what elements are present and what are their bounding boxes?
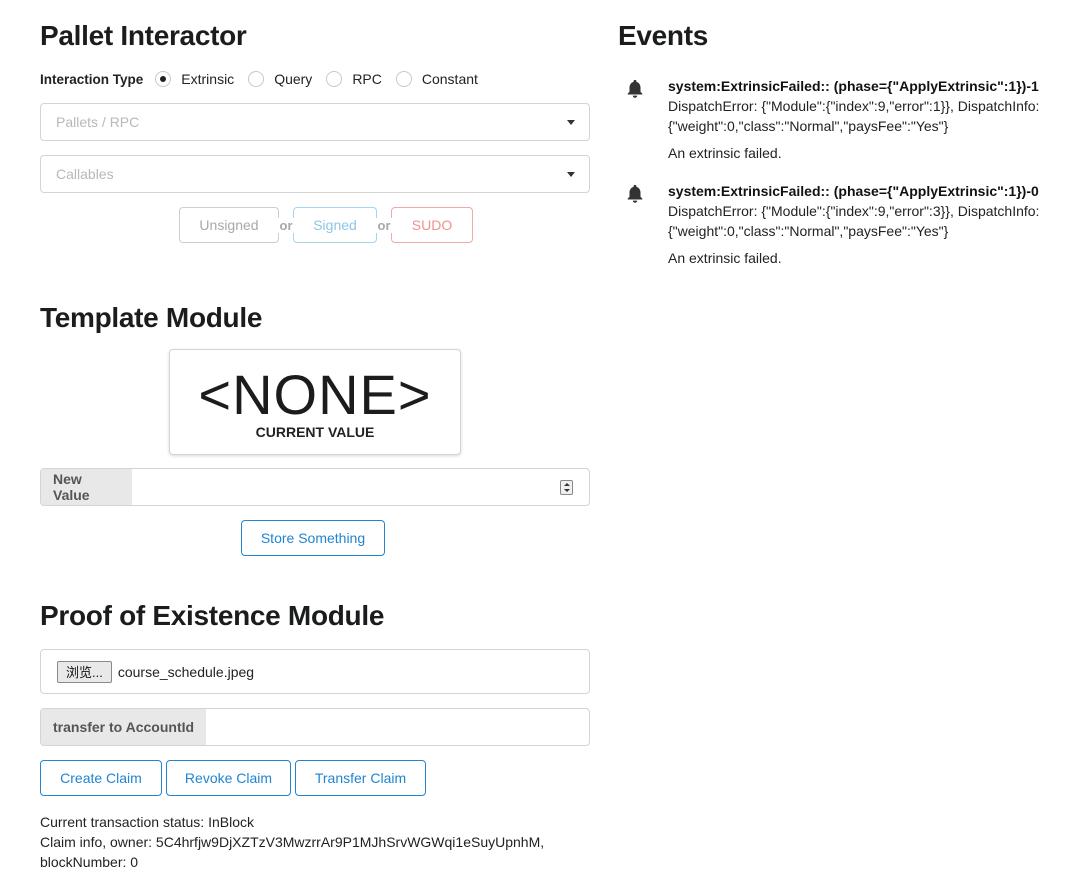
radio-label-extrinsic: Extrinsic: [181, 71, 235, 87]
event-item: system:ExtrinsicFailed:: (phase={"ApplyE…: [624, 76, 1064, 163]
claim-info: Claim info, owner: 5C4hrfjw9DjXZTzV3Mwzr…: [40, 834, 545, 870]
transfer-account-label: transfer to AccountId: [41, 709, 207, 745]
radio-circle[interactable]: [395, 71, 412, 87]
event-description: An extrinsic failed.: [668, 145, 782, 161]
callables-dropdown[interactable]: Callables: [40, 155, 590, 193]
or-separator: or: [277, 217, 295, 233]
radio-label-query: Query: [274, 71, 313, 87]
current-value: <NONE>: [198, 363, 432, 426]
caret-down-icon: [567, 172, 575, 177]
current-value-card: <NONE> CURRENT VALUE: [169, 349, 461, 455]
number-stepper-icon[interactable]: [560, 480, 573, 495]
browse-button[interactable]: 浏览...: [57, 660, 112, 683]
status-line: Current transaction status: InBlock: [40, 814, 254, 830]
revoke-claim-button[interactable]: Revoke Claim: [166, 760, 291, 796]
sudo-button[interactable]: SUDO: [391, 207, 473, 243]
callables-placeholder: Callables: [56, 166, 114, 182]
radio-circle[interactable]: [326, 71, 343, 87]
radio-query[interactable]: Query: [248, 71, 312, 87]
poe-module-title: Proof of Existence Module: [40, 600, 385, 631]
new-value-field[interactable]: New Value: [40, 468, 590, 506]
interaction-type-label: Interaction Type: [40, 71, 144, 87]
pallet-interactor-title: Pallet Interactor: [40, 20, 247, 51]
radio-extrinsic[interactable]: Extrinsic: [155, 71, 234, 87]
event-detail: DispatchError: {"Module":{"index":9,"err…: [668, 203, 1040, 239]
interaction-type-group: Interaction Type Extrinsic Query RPC Con…: [40, 70, 492, 88]
event-description: An extrinsic failed.: [668, 250, 782, 266]
current-value-caption: CURRENT VALUE: [255, 424, 375, 440]
radio-circle-checked[interactable]: [155, 71, 172, 87]
radio-label-constant: Constant: [421, 71, 478, 87]
transfer-claim-button[interactable]: Transfer Claim: [295, 760, 426, 796]
event-title: system:ExtrinsicFailed:: (phase={"ApplyE…: [668, 78, 1039, 94]
signed-button[interactable]: Signed: [293, 207, 377, 243]
unsigned-button[interactable]: Unsigned: [179, 207, 279, 243]
radio-label-rpc: RPC: [352, 71, 382, 87]
file-input[interactable]: 浏览... course_schedule.jpeg: [40, 649, 590, 694]
create-claim-button[interactable]: Create Claim: [40, 760, 162, 796]
event-item: system:ExtrinsicFailed:: (phase={"ApplyE…: [624, 181, 1064, 268]
bell-icon: [627, 184, 643, 203]
radio-rpc[interactable]: RPC: [326, 71, 382, 87]
new-value-label: New Value: [41, 469, 132, 505]
transfer-account-field[interactable]: transfer to AccountId: [40, 708, 590, 746]
sign-button-group: Unsigned or Signed or SUDO: [179, 207, 473, 243]
store-something-button[interactable]: Store Something: [241, 520, 385, 556]
radio-circle[interactable]: [248, 71, 265, 87]
event-detail: DispatchError: {"Module":{"index":9,"err…: [668, 98, 1040, 134]
pallets-dropdown[interactable]: Pallets / RPC: [40, 103, 590, 141]
template-module-title: Template Module: [40, 302, 263, 333]
radio-constant[interactable]: Constant: [395, 71, 478, 87]
file-name: course_schedule.jpeg: [117, 663, 255, 680]
pallets-placeholder: Pallets / RPC: [56, 114, 140, 130]
events-title: Events: [618, 20, 709, 51]
transaction-status: Current transaction status: InBlock Clai…: [40, 812, 580, 872]
event-title: system:ExtrinsicFailed:: (phase={"ApplyE…: [668, 183, 1039, 199]
caret-down-icon: [567, 120, 575, 125]
bell-icon: [627, 79, 643, 98]
or-separator: or: [375, 217, 393, 233]
